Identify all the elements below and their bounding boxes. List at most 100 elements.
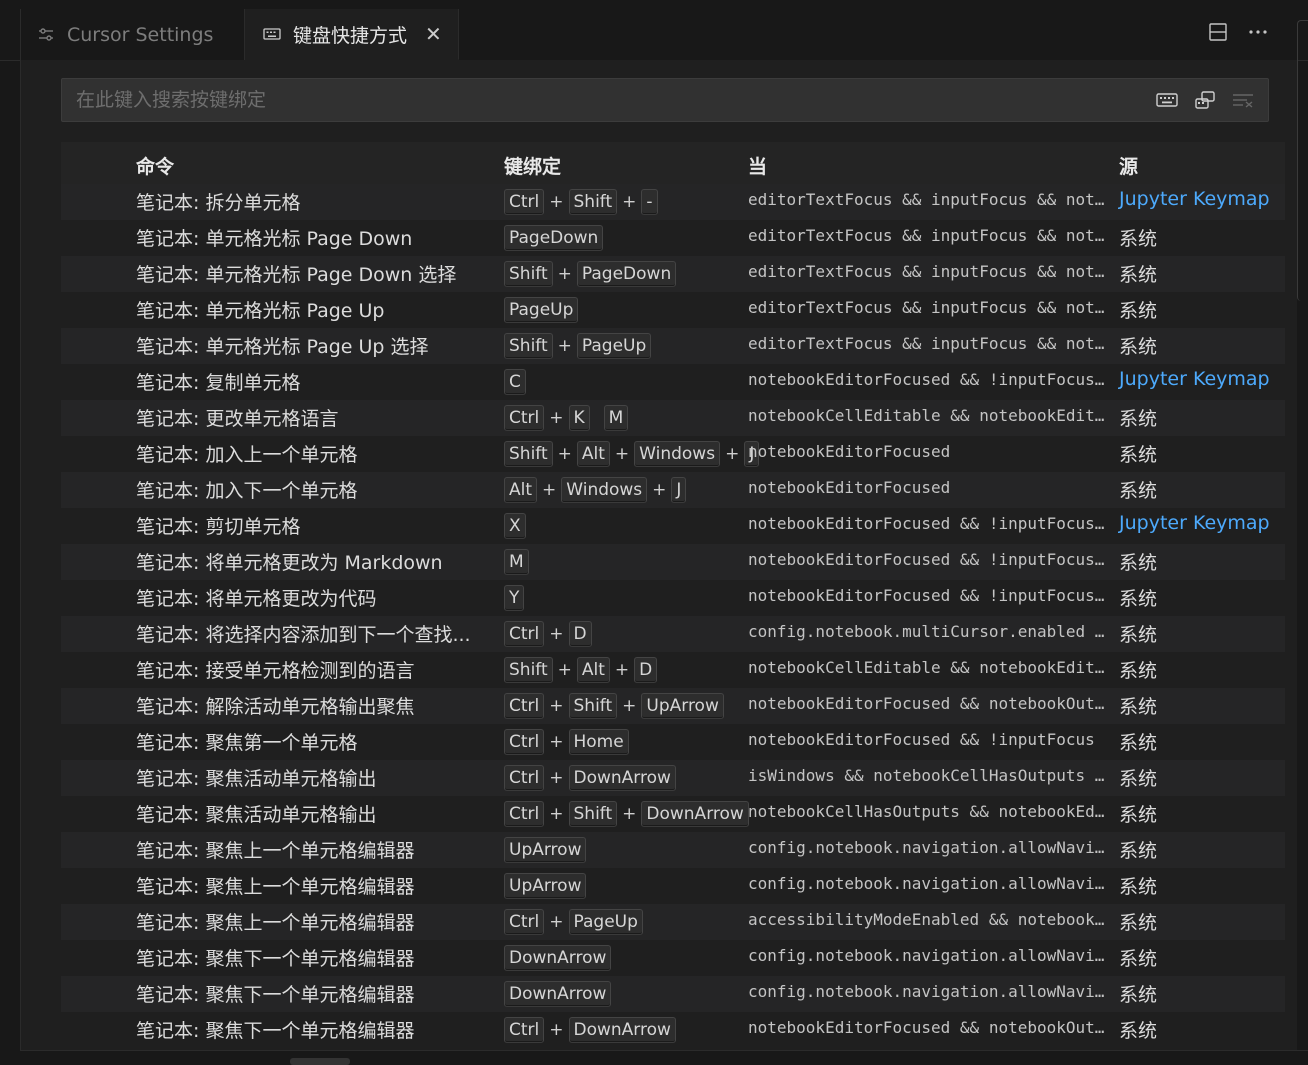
- horizontal-scrollbar[interactable]: [290, 1058, 350, 1065]
- key-cap: Shift: [504, 261, 553, 287]
- command-cell: 笔记本: 拆分单元格: [136, 192, 301, 214]
- keybinding-cell[interactable]: PageUp: [504, 296, 579, 324]
- keybindings-table: 命令 键绑定 当 源 笔记本: 拆分单元格 Ctrl + Shift + - editorT…: [61, 142, 1285, 1048]
- key-cap: Alt: [504, 477, 538, 503]
- key-chord: C: [504, 369, 526, 395]
- sort-by-precedence-icon[interactable]: [1194, 89, 1216, 111]
- keybinding-cell[interactable]: Ctrl + Shift + UpArrow: [504, 692, 724, 720]
- tab-cursor-settings[interactable]: Cursor Settings: [20, 9, 245, 60]
- keybinding-cell[interactable]: Y: [504, 584, 525, 612]
- when-cell: accessibilityModeEnabled && notebook…: [748, 910, 1105, 929]
- key-plus-separator: +: [542, 480, 557, 500]
- table-row[interactable]: 笔记本: 将单元格更改为 Markdown MnotebookEditorFocu…: [61, 544, 1285, 580]
- command-cell: 笔记本: 解除活动单元格输出聚焦: [136, 696, 415, 718]
- table-row[interactable]: 笔记本: 拆分单元格 Ctrl + Shift + - editorTextFocus &&…: [61, 184, 1285, 220]
- source-link[interactable]: Jupyter Keymap: [1119, 368, 1270, 390]
- table-row[interactable]: 笔记本: 解除活动单元格输出聚焦 Ctrl + Shift + UpArrow notebo…: [61, 688, 1285, 724]
- key-cap: UpArrow: [641, 693, 724, 719]
- table-row[interactable]: 笔记本: 更改单元格语言 Ctrl + K MnotebookCellEditable …: [61, 400, 1285, 436]
- tab-bar: Cursor Settings 键盘快捷方式 ✕: [0, 0, 1308, 301]
- tab-keyboard-shortcuts[interactable]: 键盘快捷方式 ✕: [245, 9, 459, 60]
- column-header-source[interactable]: 源: [1119, 152, 1138, 179]
- table-row[interactable]: 笔记本: 单元格光标 Page Up 选择 Shift + PageUp editorT…: [61, 328, 1285, 364]
- key-cap: DownArrow: [568, 1017, 676, 1043]
- panel-divider: [20, 1050, 1308, 1051]
- table-row[interactable]: 笔记本: 聚焦下一个单元格编辑器 DownArrow config.notebook…: [61, 940, 1285, 976]
- key-cap: Ctrl: [504, 621, 545, 647]
- tab-label: Cursor Settings: [67, 23, 214, 46]
- table-row[interactable]: 笔记本: 加入下一个单元格 Alt + Windows + JnotebookEditor…: [61, 472, 1285, 508]
- close-icon[interactable]: ✕: [425, 22, 442, 46]
- when-cell: config.notebook.navigation.allowNavi…: [748, 946, 1105, 965]
- key-plus-separator: +: [557, 336, 572, 356]
- keybinding-cell[interactable]: Ctrl + DownArrow: [504, 1016, 676, 1044]
- source-link[interactable]: Jupyter Keymap: [1119, 188, 1270, 210]
- command-cell: 笔记本: 聚焦活动单元格输出: [136, 804, 377, 826]
- key-plus-separator: +: [549, 192, 564, 212]
- key-cap: DownArrow: [504, 981, 612, 1007]
- keybinding-cell[interactable]: C: [504, 368, 526, 396]
- table-row[interactable]: 笔记本: 聚焦下一个单元格编辑器 DownArrow config.notebook…: [61, 976, 1285, 1012]
- keybinding-cell[interactable]: Alt + Windows + J: [504, 476, 687, 504]
- side-panel-edge: [1297, 20, 1308, 301]
- command-cell: 笔记本: 将单元格更改为代码: [136, 588, 377, 610]
- keybinding-cell[interactable]: DownArrow: [504, 944, 612, 972]
- table-row[interactable]: 笔记本: 聚焦上一个单元格编辑器 UpArrow config.notebook.n…: [61, 832, 1285, 868]
- command-cell: 笔记本: 聚焦下一个单元格编辑器: [136, 948, 415, 970]
- table-row[interactable]: 笔记本: 聚焦下一个单元格编辑器 Ctrl + DownArrow notebookEd…: [61, 1012, 1285, 1048]
- table-row[interactable]: 笔记本: 剪切单元格 XnotebookEditorFocused && !inp…: [61, 508, 1285, 544]
- keybinding-cell[interactable]: Ctrl + Shift + -: [504, 188, 658, 216]
- table-row[interactable]: 笔记本: 单元格光标 Page Down 选择 Shift + PageDown edi…: [61, 256, 1285, 292]
- when-cell: editorTextFocus && inputFocus && not…: [748, 262, 1105, 281]
- keybinding-cell[interactable]: Shift + PageUp: [504, 332, 652, 360]
- keybinding-cell[interactable]: Ctrl + K M: [504, 404, 629, 432]
- key-cap: Windows: [561, 477, 648, 503]
- clear-filter-icon[interactable]: [1232, 89, 1254, 111]
- key-chord: Shift + Alt + D: [504, 657, 658, 683]
- column-header-command[interactable]: 命令: [136, 152, 174, 179]
- settings-sliders-icon: [35, 24, 57, 46]
- keybinding-cell[interactable]: M: [504, 548, 529, 576]
- table-row[interactable]: 笔记本: 聚焦活动单元格输出 Ctrl + DownArrow isWindows &&…: [61, 760, 1285, 796]
- table-row[interactable]: 笔记本: 聚焦上一个单元格编辑器 UpArrow config.notebook.n…: [61, 868, 1285, 904]
- key-cap: C: [504, 369, 526, 395]
- tab-label: 键盘快捷方式: [293, 24, 408, 47]
- keybinding-cell[interactable]: Ctrl + D: [504, 620, 592, 648]
- table-row[interactable]: 笔记本: 单元格光标 Page Up PageUp editorTextFocus …: [61, 292, 1285, 328]
- table-row[interactable]: 笔记本: 聚焦第一个单元格 Ctrl + Home notebookEditorFocu…: [61, 724, 1285, 760]
- keybinding-cell[interactable]: Ctrl + DownArrow: [504, 764, 676, 792]
- column-header-when[interactable]: 当: [748, 152, 767, 179]
- table-row[interactable]: 笔记本: 单元格光标 Page Down PageDown editorTextFo…: [61, 220, 1285, 256]
- search-input[interactable]: [62, 79, 1122, 121]
- keybinding-cell[interactable]: Shift + Alt + D: [504, 656, 658, 684]
- split-editor-icon[interactable]: [1206, 20, 1230, 44]
- keybinding-cell[interactable]: Ctrl + PageUp: [504, 908, 643, 936]
- command-cell: 笔记本: 加入下一个单元格: [136, 480, 358, 502]
- keybinding-cell[interactable]: X: [504, 512, 526, 540]
- keybinding-cell[interactable]: DownArrow: [504, 980, 612, 1008]
- table-row[interactable]: 笔记本: 聚焦上一个单元格编辑器 Ctrl + PageUp accessibility…: [61, 904, 1285, 940]
- keybinding-cell[interactable]: PageDown: [504, 224, 604, 252]
- more-actions-icon[interactable]: [1246, 20, 1270, 44]
- when-cell: config.notebook.navigation.allowNavi…: [748, 838, 1105, 857]
- keybinding-cell[interactable]: Shift + PageDown: [504, 260, 677, 288]
- table-row[interactable]: 笔记本: 加入上一个单元格 Shift + Alt + Windows + Jnotebook…: [61, 436, 1285, 472]
- record-keys-icon[interactable]: [1156, 89, 1178, 111]
- keybinding-cell[interactable]: Ctrl + Home: [504, 728, 629, 756]
- when-cell: editorTextFocus && inputFocus && not…: [748, 298, 1105, 317]
- key-cap: K: [568, 405, 590, 431]
- key-cap: Shift: [504, 657, 553, 683]
- table-row[interactable]: 笔记本: 接受单元格检测到的语言 Shift + Alt + DnotebookCellE…: [61, 652, 1285, 688]
- column-header-keybinding[interactable]: 键绑定: [504, 152, 561, 179]
- keybinding-cell[interactable]: UpArrow: [504, 872, 587, 900]
- key-cap: Ctrl: [504, 909, 545, 935]
- keybinding-cell[interactable]: Shift + Alt + Windows + J: [504, 440, 760, 468]
- keybinding-cell[interactable]: UpArrow: [504, 836, 587, 864]
- table-row[interactable]: 笔记本: 将选择内容添加到下一个查找... Ctrl + Dconfig.notebo…: [61, 616, 1285, 652]
- source-link[interactable]: Jupyter Keymap: [1119, 512, 1270, 534]
- table-row[interactable]: 笔记本: 复制单元格 CnotebookEditorFocused && !inp…: [61, 364, 1285, 400]
- keybinding-cell[interactable]: Ctrl + Shift + DownArrow: [504, 800, 749, 828]
- key-cap: PageUp: [504, 297, 579, 323]
- table-row[interactable]: 笔记本: 将单元格更改为代码 YnotebookEditorFocused && …: [61, 580, 1285, 616]
- table-row[interactable]: 笔记本: 聚焦活动单元格输出 Ctrl + Shift + DownArrow notebo…: [61, 796, 1285, 832]
